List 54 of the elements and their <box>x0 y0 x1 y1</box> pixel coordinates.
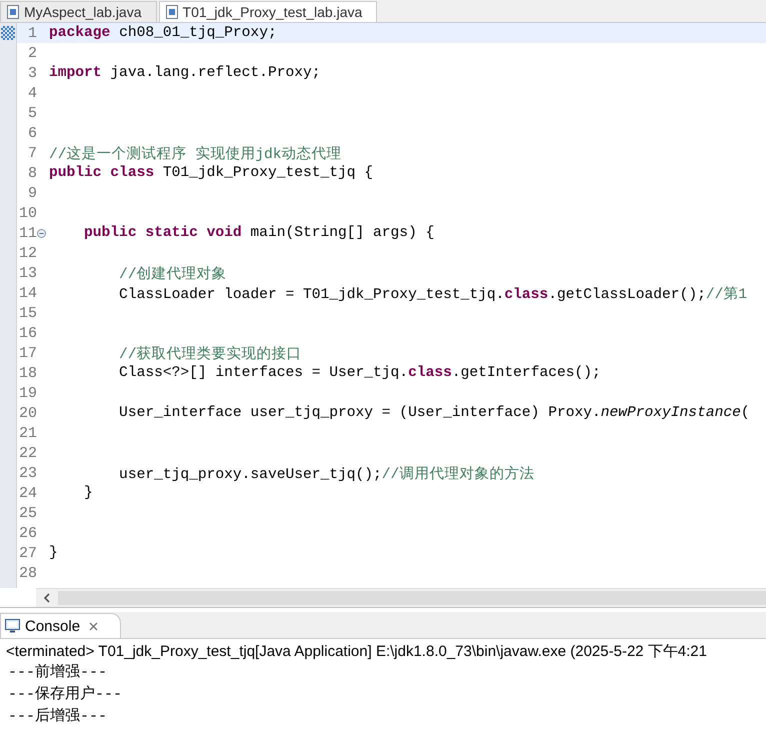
line-number: 6 <box>26 124 37 142</box>
line-number: 22 <box>18 444 37 462</box>
console-output-line: ---保存用户--- <box>7 684 124 705</box>
code-line: package ch08_01_tjq_Proxy; <box>49 25 277 41</box>
console-output-line: ---后增强--- <box>7 706 108 727</box>
code-line: user_tjq_proxy.saveUser_tjq();//调用代理对象的方法 <box>118 464 534 482</box>
console-icon <box>5 619 20 633</box>
code-line: //获取代理类要实现的接口 <box>118 344 302 362</box>
console-tab[interactable]: Console <box>0 613 122 638</box>
code-line: import java.lang.reflect.Proxy; <box>49 65 320 81</box>
line-number: 14 <box>18 284 37 302</box>
line-number: 9 <box>26 184 37 202</box>
line-number: 20 <box>18 404 37 422</box>
line-number: 16 <box>18 324 37 342</box>
horizontal-scrollbar[interactable] <box>36 588 766 607</box>
line-number: 12 <box>18 244 37 262</box>
code-line: User_interface user_tjq_proxy = (User_interface) Proxy.newProxyInstance( <box>118 405 750 421</box>
code-line: } <box>49 545 58 561</box>
code-line: //这是一个测试程序 实现使用jdk动态代理 <box>49 144 342 162</box>
line-number: 7 <box>26 144 37 162</box>
line-number: 23 <box>18 464 37 482</box>
line-number: 17 <box>18 344 37 362</box>
code-line: Class<?>[] interfaces = User_tjq.class.getInterfaces(); <box>118 365 601 381</box>
code-line: //创建代理对象 <box>118 265 227 282</box>
java-file-icon <box>7 5 19 19</box>
line-number: 8 <box>26 164 37 182</box>
console-output-line: ---前增强--- <box>7 662 108 683</box>
line-number: 15 <box>18 304 37 322</box>
code-line: ClassLoader loader = T01_jdk_Proxy_test_tjq.class.getClassLoader();//第1 <box>118 285 748 302</box>
line-number: 25 <box>18 504 37 522</box>
line-number: 27 <box>18 544 37 562</box>
line-number: 18 <box>18 364 37 382</box>
line-number: 13 <box>18 264 37 282</box>
line-number: 28 <box>18 564 37 582</box>
line-number: 21 <box>18 424 37 442</box>
line-number: 10 <box>18 204 37 222</box>
code-line: public static void main(String[] args) { <box>83 225 434 241</box>
console-status-line: <terminated> T01_jdk_Proxy_test_tjq[Java Application] E:\jdk1.8.0_73\bin\javaw.exe (2025-5-22 下午4:21 <box>5 642 708 662</box>
java-file-icon <box>166 5 178 19</box>
line-number: 24 <box>18 484 37 502</box>
line-number: 26 <box>18 524 37 542</box>
line-number: 19 <box>18 384 37 402</box>
collapse-icon[interactable] <box>37 228 46 238</box>
line-number: 5 <box>26 104 37 122</box>
code-line: public class T01_jdk_Proxy_test_tjq { <box>49 165 374 181</box>
editor-tab[interactable]: T01_jdk_Proxy_test_lab.java <box>158 1 378 22</box>
line-number: 11 <box>18 224 37 242</box>
line-number: 1 <box>26 24 37 42</box>
line-number: 3 <box>26 64 37 82</box>
close-icon[interactable] <box>89 622 98 630</box>
editor-tab[interactable]: MyAspect_lab.java <box>0 1 157 22</box>
line-number: 4 <box>26 84 37 102</box>
code-line: } <box>83 485 93 501</box>
line-number: 2 <box>26 44 37 62</box>
